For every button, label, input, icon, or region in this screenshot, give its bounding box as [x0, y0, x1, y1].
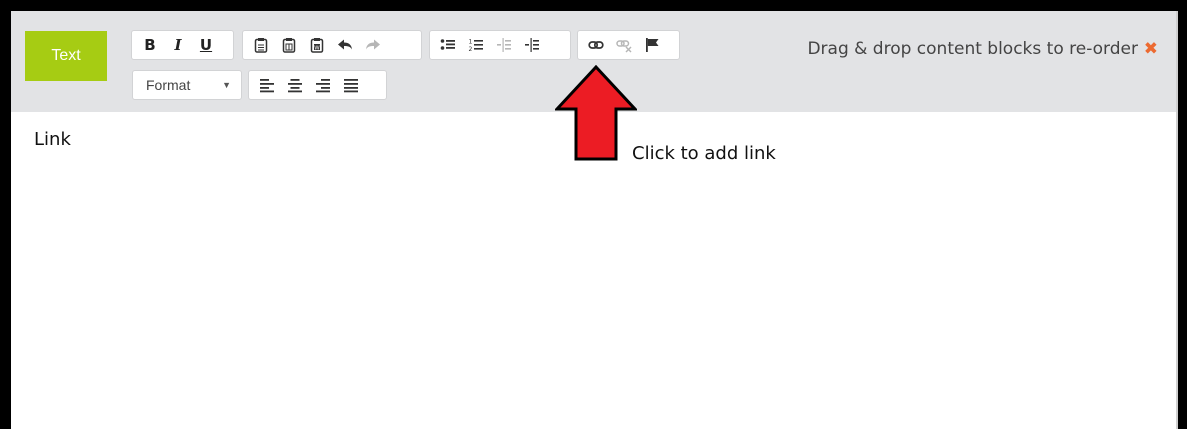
bold-icon: B [144, 36, 156, 54]
italic-icon: I [174, 36, 182, 54]
align-center-button[interactable] [284, 74, 306, 96]
bulleted-list-icon [440, 39, 455, 50]
window-frame-right [1178, 0, 1187, 429]
align-right-icon [316, 79, 330, 93]
indent-icon [525, 38, 539, 52]
red-arrow-annotation [555, 65, 637, 161]
undo-icon [338, 39, 352, 50]
align-center-icon [288, 79, 302, 93]
outdent-icon [497, 38, 511, 52]
toolbar-group-basic: B I U [131, 30, 234, 60]
undo-button[interactable] [334, 34, 356, 56]
justify-button[interactable] [340, 74, 362, 96]
outdent-button[interactable] [493, 34, 515, 56]
paste-button[interactable] [250, 34, 272, 56]
format-select[interactable]: Format ▼ [132, 70, 242, 100]
numbered-list-icon: 12 [469, 39, 483, 53]
paste-word-button[interactable]: W [306, 34, 328, 56]
indent-button[interactable] [521, 34, 543, 56]
link-button[interactable] [585, 34, 607, 56]
paste-icon [254, 38, 268, 53]
link-icon [588, 41, 604, 49]
toolbar-group-clipboard: W [242, 30, 422, 60]
svg-text:W: W [314, 45, 320, 51]
arrow-shape [555, 65, 637, 161]
redo-button[interactable] [362, 34, 384, 56]
chevron-down-icon: ▼ [222, 80, 231, 90]
bold-button[interactable]: B [139, 34, 161, 56]
align-left-icon [260, 79, 274, 93]
format-select-label: Format [146, 77, 191, 93]
svg-text:1: 1 [469, 39, 473, 46]
toolbar-group-links [577, 30, 680, 60]
paste-word-icon: W [310, 38, 324, 53]
callout-text: Click to add link [632, 143, 776, 164]
redo-icon [366, 39, 380, 50]
underline-icon: U [199, 36, 213, 54]
scrollbar-edge [1176, 11, 1178, 429]
numbered-list-button[interactable]: 12 [465, 34, 487, 56]
align-left-button[interactable] [256, 74, 278, 96]
svg-text:2: 2 [469, 46, 473, 53]
toolbar-group-lists: 12 [429, 30, 571, 60]
paste-text-icon [282, 38, 296, 53]
editor-text: Link [34, 129, 71, 150]
paste-text-button[interactable] [278, 34, 300, 56]
drag-drop-hint: Drag & drop content blocks to re-order [807, 39, 1138, 59]
unlink-icon [616, 40, 632, 53]
window-frame-left [0, 0, 11, 429]
window-frame-top [0, 0, 1187, 11]
block-type-label: Text [25, 31, 107, 81]
align-right-button[interactable] [312, 74, 334, 96]
toolbar-group-alignment [248, 70, 387, 100]
anchor-button[interactable] [641, 34, 663, 56]
bulleted-list-button[interactable] [437, 34, 459, 56]
justify-icon [344, 79, 358, 93]
underline-button[interactable]: U [195, 34, 217, 56]
unlink-button[interactable] [613, 34, 635, 56]
flag-icon [646, 38, 659, 52]
italic-button[interactable]: I [167, 34, 189, 56]
close-icon[interactable]: ✖ [1144, 39, 1158, 59]
